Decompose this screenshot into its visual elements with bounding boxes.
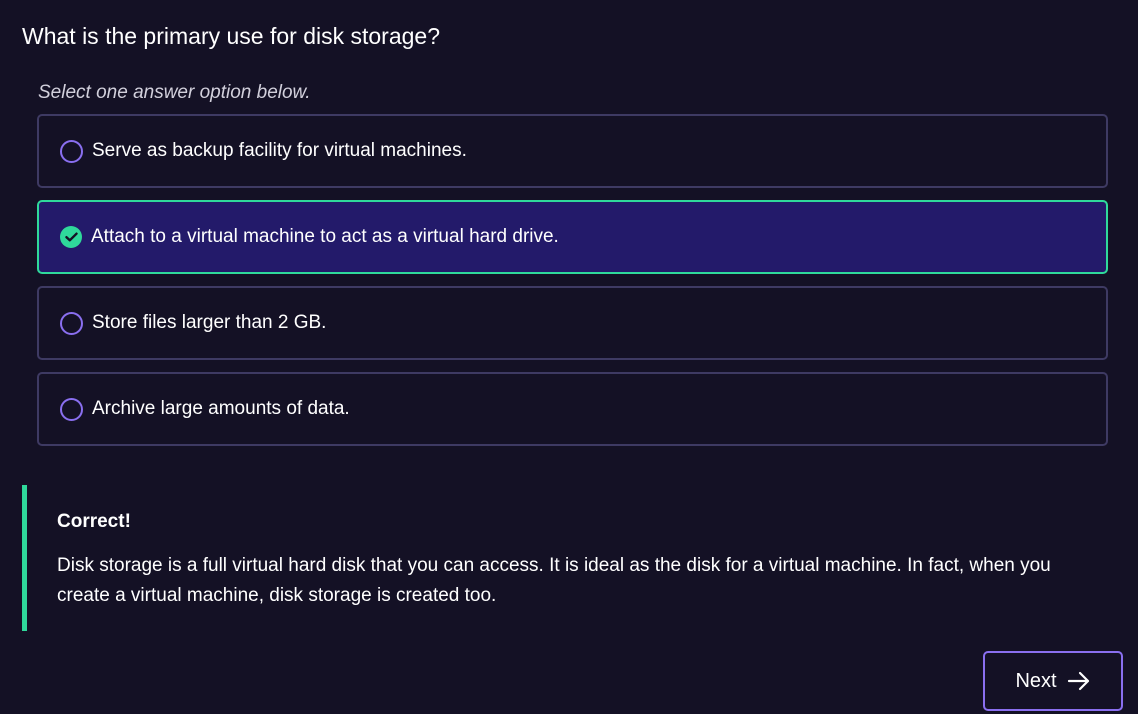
answer-option-1[interactable]: Serve as backup facility for virtual mac… — [37, 114, 1108, 188]
answer-option-label: Archive large amounts of data. — [92, 398, 350, 419]
radio-unchecked-icon — [60, 311, 83, 335]
next-button[interactable]: Next — [983, 651, 1123, 711]
question-title: What is the primary use for disk storage… — [22, 23, 440, 49]
answer-instruction: Select one answer option below. — [38, 82, 311, 103]
answer-option-label: Store files larger than 2 GB. — [92, 312, 327, 333]
answer-option-3[interactable]: Store files larger than 2 GB. — [37, 286, 1108, 360]
checkmark-circle-icon — [60, 226, 82, 248]
answer-option-label: Serve as backup facility for virtual mac… — [92, 140, 467, 161]
radio-unchecked-icon — [60, 139, 83, 163]
feedback-title: Correct! — [57, 511, 131, 532]
feedback-explanation: Disk storage is a full virtual hard disk… — [57, 555, 1051, 606]
radio-unchecked-icon — [60, 397, 83, 421]
answer-option-4[interactable]: Archive large amounts of data. — [37, 372, 1108, 446]
checkmark-icon — [64, 232, 78, 242]
answer-options: Serve as backup facility for virtual mac… — [37, 114, 1108, 458]
answer-option-label: Attach to a virtual machine to act as a … — [91, 226, 559, 247]
answer-option-2-selected[interactable]: Attach to a virtual machine to act as a … — [37, 200, 1108, 274]
arrow-right-icon — [1067, 671, 1091, 691]
answer-feedback-panel: Correct! Disk storage is a full virtual … — [22, 485, 1092, 631]
next-button-label: Next — [1015, 669, 1057, 692]
